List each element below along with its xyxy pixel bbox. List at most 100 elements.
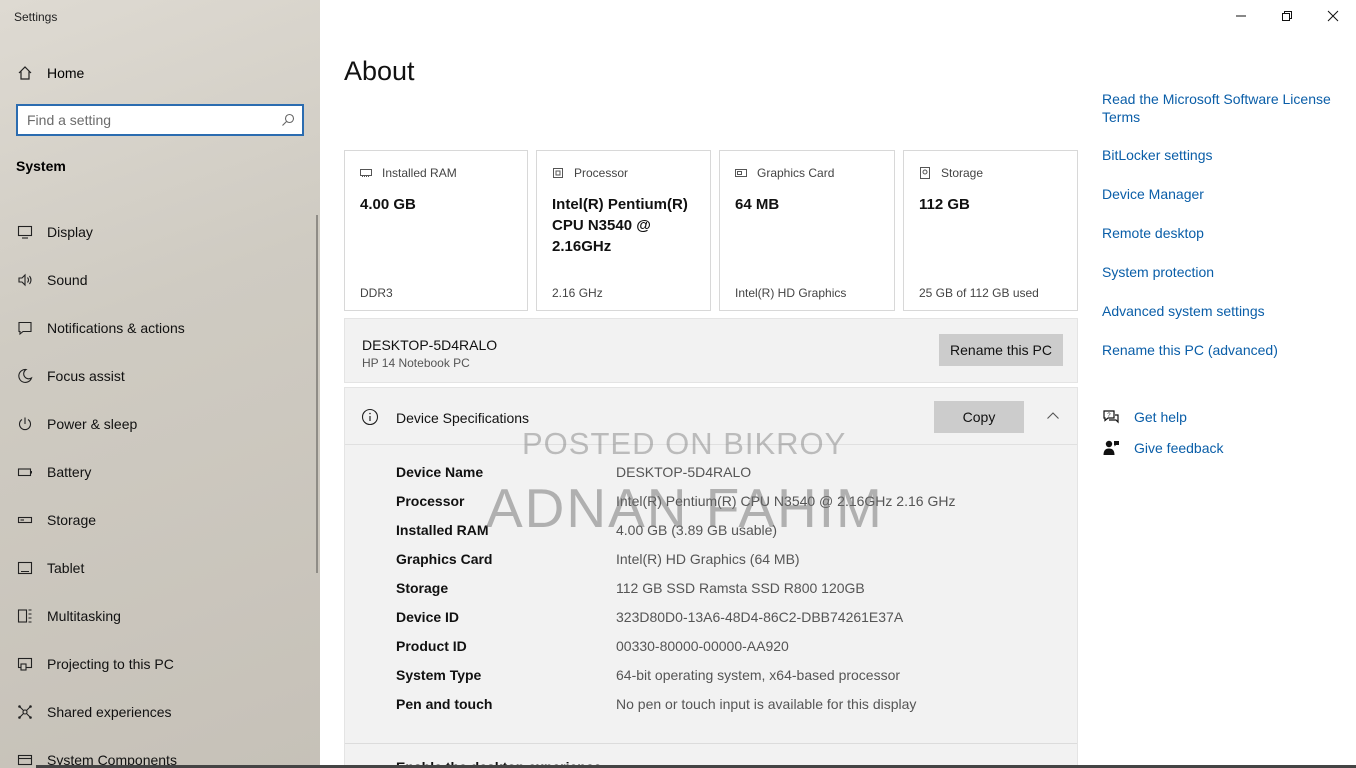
watermark-line-1: POSTED ON BIKROY xyxy=(522,426,847,461)
watermark-line-2: ADNAN FAHIM xyxy=(486,477,884,539)
help-chat-icon: ? xyxy=(1103,410,1119,424)
search-box[interactable] xyxy=(16,104,304,136)
info-icon xyxy=(361,408,379,426)
pc-name-panel: DESKTOP-5D4RALO HP 14 Notebook PC Rename… xyxy=(344,318,1078,383)
spec-key: Storage xyxy=(396,580,449,596)
home-label: Home xyxy=(47,65,85,81)
get-help-link[interactable]: ? Get help xyxy=(1102,408,1187,426)
sidebar-item-battery[interactable]: Battery xyxy=(0,448,320,496)
processor-card: Processor Intel(R) Pentium(R) CPU N3540 … xyxy=(536,150,711,311)
sidebar-item-label: Tablet xyxy=(47,560,85,576)
search-icon[interactable] xyxy=(280,112,296,128)
sidebar-item-storage[interactable]: Storage xyxy=(0,496,320,544)
sidebar-item-label: Multitasking xyxy=(47,608,121,624)
ram-icon xyxy=(360,169,372,177)
projecting-icon xyxy=(16,655,34,673)
window-controls xyxy=(1218,0,1356,32)
sidebar-item-shared-experiences[interactable]: Shared experiences xyxy=(0,688,320,736)
sidebar-item-label: Sound xyxy=(47,272,88,288)
close-icon xyxy=(1327,10,1339,22)
sidebar-item-system-components[interactable]: System Components xyxy=(0,736,320,768)
sidebar-item-label: Projecting to this PC xyxy=(47,656,174,672)
card-subtext: 2.16 GHz xyxy=(552,286,603,300)
spec-row: Product ID 00330-80000-00000-AA920 xyxy=(396,638,955,667)
sidebar: Settings Home System Display Sound Notif… xyxy=(0,0,320,768)
get-help-label: Get help xyxy=(1134,409,1187,425)
sidebar-item-tablet[interactable]: Tablet xyxy=(0,544,320,592)
rename-pc-advanced-link[interactable]: Rename this PC (advanced) xyxy=(1102,341,1278,359)
search-input[interactable] xyxy=(18,106,268,134)
power-icon xyxy=(16,415,34,433)
rename-pc-button[interactable]: Rename this PC xyxy=(939,334,1063,366)
sidebar-item-sound[interactable]: Sound xyxy=(0,256,320,304)
sidebar-item-label: Shared experiences xyxy=(47,704,172,720)
sidebar-item-label: Battery xyxy=(47,464,92,480)
card-value: 64 MB xyxy=(735,196,780,213)
system-protection-link[interactable]: System protection xyxy=(1102,263,1214,281)
multitasking-icon xyxy=(16,607,34,625)
sidebar-item-multitasking[interactable]: Multitasking xyxy=(0,592,320,640)
card-header: Processor xyxy=(552,166,628,180)
spec-row: Graphics Card Intel(R) HD Graphics (64 MB… xyxy=(396,551,955,580)
ram-card: Installed RAM 4.00 GB DDR3 xyxy=(344,150,528,311)
sidebar-item-focus-assist[interactable]: Focus assist xyxy=(0,352,320,400)
feedback-person-icon xyxy=(1103,440,1119,455)
spec-key: System Type xyxy=(396,667,482,683)
card-value: 112 GB xyxy=(919,196,970,213)
sidebar-item-display[interactable]: Display xyxy=(0,208,320,256)
spec-value: 112 GB SSD Ramsta SSD R800 120GB xyxy=(616,580,865,596)
copy-button[interactable]: Copy xyxy=(934,401,1024,433)
remote-desktop-link[interactable]: Remote desktop xyxy=(1102,224,1204,242)
spec-value: 64-bit operating system, x64-based proce… xyxy=(616,667,901,683)
sound-icon xyxy=(16,271,34,289)
card-label: Installed RAM xyxy=(382,166,457,180)
shared-icon xyxy=(16,703,34,721)
sidebar-item-label: Storage xyxy=(47,512,97,528)
spec-value: No pen or touch input is available for t… xyxy=(616,696,917,712)
sidebar-scrollbar[interactable] xyxy=(316,215,318,573)
sidebar-item-notifications[interactable]: Notifications & actions xyxy=(0,304,320,352)
page-title: About xyxy=(344,56,415,86)
sidebar-item-projecting[interactable]: Projecting to this PC xyxy=(0,640,320,688)
sidebar-item-label: Notifications & actions xyxy=(47,320,185,336)
home-nav-item[interactable]: Home xyxy=(16,64,84,82)
spec-key: Device ID xyxy=(396,609,460,625)
close-button[interactable] xyxy=(1310,0,1356,32)
summary-cards: Installed RAM 4.00 GB DDR3 Processor Int… xyxy=(344,150,1078,311)
battery-icon xyxy=(16,463,34,481)
spec-key: Graphics Card xyxy=(396,551,493,567)
sidebar-item-label: Power & sleep xyxy=(47,416,138,432)
spec-row: Pen and touch No pen or touch input is av… xyxy=(396,696,955,725)
spec-value: Intel(R) HD Graphics (64 MB) xyxy=(616,551,800,567)
disk-icon xyxy=(920,167,930,179)
pc-model: HP 14 Notebook PC xyxy=(362,356,470,370)
link-label: Read the Microsoft Software License Term… xyxy=(1102,91,1331,125)
chevron-up-icon[interactable] xyxy=(1045,408,1061,424)
license-terms-link[interactable]: Read the Microsoft Software License Term… xyxy=(1102,90,1342,126)
restore-button[interactable] xyxy=(1264,0,1310,32)
card-label: Graphics Card xyxy=(757,166,835,180)
spec-row: Device ID 323D80D0-13A6-48D4-86C2-DBB7426… xyxy=(396,609,955,638)
card-header: Storage xyxy=(919,166,983,180)
storage-icon xyxy=(16,511,34,529)
card-subtext: 25 GB of 112 GB used xyxy=(919,286,1039,300)
card-subtext: DDR3 xyxy=(360,286,393,300)
components-icon xyxy=(16,751,34,768)
sidebar-nav: Display Sound Notifications & actions Fo… xyxy=(0,208,320,768)
tablet-icon xyxy=(16,559,34,577)
device-manager-link[interactable]: Device Manager xyxy=(1102,185,1204,203)
give-feedback-label: Give feedback xyxy=(1134,440,1224,456)
spec-row: System Type 64-bit operating system, x64-… xyxy=(396,667,955,696)
home-icon xyxy=(16,64,34,82)
spec-title: Device Specifications xyxy=(396,410,530,426)
minimize-button[interactable] xyxy=(1218,0,1264,32)
minimize-icon xyxy=(1236,15,1246,17)
card-subtext: Intel(R) HD Graphics xyxy=(735,286,847,300)
sidebar-item-power-sleep[interactable]: Power & sleep xyxy=(0,400,320,448)
storage-card: Storage 112 GB 25 GB of 112 GB used xyxy=(903,150,1078,311)
give-feedback-link[interactable]: Give feedback xyxy=(1102,439,1224,457)
bitlocker-link[interactable]: BitLocker settings xyxy=(1102,146,1213,164)
graphics-icon xyxy=(735,169,747,177)
card-label: Processor xyxy=(574,166,629,180)
advanced-system-settings-link[interactable]: Advanced system settings xyxy=(1102,302,1265,320)
